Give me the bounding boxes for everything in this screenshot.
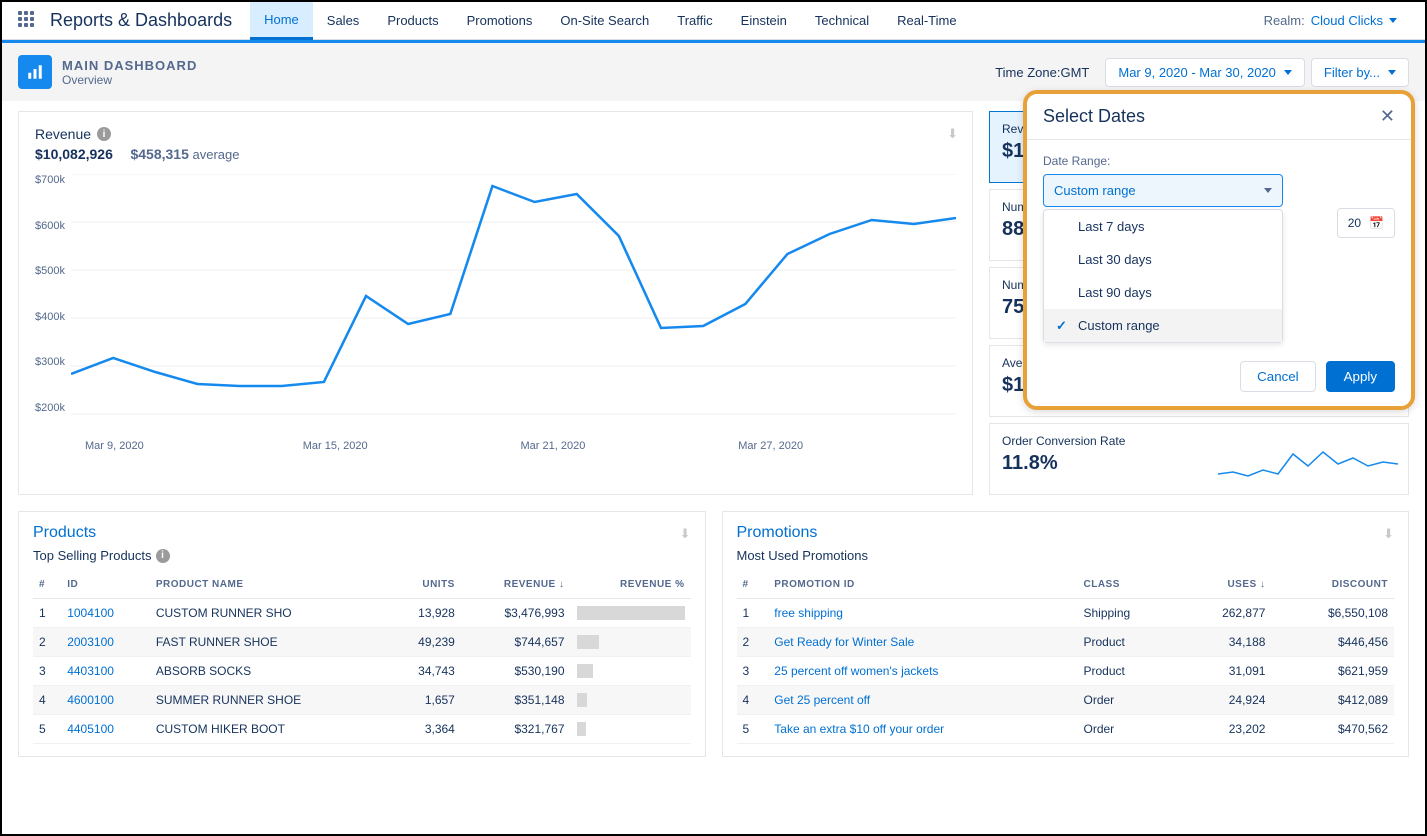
download-icon[interactable]: ⬇ [680,526,691,542]
column-header[interactable]: USES ↓ [1177,571,1271,599]
product-id-link[interactable]: 4405100 [67,722,114,736]
cancel-button[interactable]: Cancel [1240,361,1316,392]
promotion-id-link[interactable]: Get 25 percent off [774,693,870,707]
x-axis: Mar 9, 2020Mar 15, 2020Mar 21, 2020Mar 2… [35,434,956,452]
date-range-select[interactable]: Custom range [1043,174,1283,207]
product-id-link[interactable]: 2003100 [67,635,114,649]
promotions-table: #PROMOTION IDCLASSUSES ↓DISCOUNT 1 free … [737,571,1395,744]
close-icon[interactable]: ✕ [1380,106,1395,127]
promotion-id-link[interactable]: Get Ready for Winter Sale [774,635,914,649]
column-header[interactable]: DISCOUNT [1271,571,1394,599]
table-row: 5 Take an extra $10 off your order Order… [737,715,1395,744]
apply-button[interactable]: Apply [1326,361,1395,392]
product-id-link[interactable]: 4403100 [67,664,114,678]
nav-tab-products[interactable]: Products [373,2,452,40]
table-row: 2 Get Ready for Winter Sale Product 34,1… [737,628,1395,657]
table-row: 1 1004100 CUSTOM RUNNER SHO 13,928 $3,47… [33,599,691,628]
filter-button[interactable]: Filter by... [1311,58,1409,87]
promotion-id-link[interactable]: 25 percent off women's jackets [774,664,938,678]
top-nav: Reports & Dashboards HomeSalesProductsPr… [2,2,1425,40]
column-header[interactable]: PRODUCT NAME [150,571,388,599]
nav-tab-traffic[interactable]: Traffic [663,2,726,40]
table-row: 3 25 percent off women's jackets Product… [737,657,1395,686]
download-icon[interactable]: ⬇ [947,126,958,142]
date-range-option[interactable]: Last 30 days [1044,243,1282,276]
products-title: Products [33,524,691,542]
products-table: #IDPRODUCT NAMEUNITSREVENUE ↓REVENUE % 1… [33,571,691,744]
nav-tab-sales[interactable]: Sales [313,2,374,40]
app-title: Reports & Dashboards [50,10,232,31]
date-range-dropdown: Last 7 daysLast 30 daysLast 90 daysCusto… [1043,209,1283,343]
table-row: 3 4403100 ABSORB SOCKS 34,743 $530,190 [33,657,691,686]
nav-tab-technical[interactable]: Technical [801,2,883,40]
page-subtitle: Overview [62,73,197,87]
timezone-label: Time Zone:GMT [995,65,1089,80]
column-header[interactable]: PROMOTION ID [768,571,1077,599]
chevron-down-icon [1284,70,1292,75]
product-id-link[interactable]: 1004100 [67,606,114,620]
revenue-title: Revenue [35,126,91,142]
chevron-down-icon [1264,188,1272,193]
date-range-option[interactable]: Custom range [1044,309,1282,342]
info-icon[interactable]: i [97,127,111,141]
nav-tab-real-time[interactable]: Real-Time [883,2,970,40]
column-header[interactable]: REVENUE ↓ [461,571,571,599]
products-card: ⬇ Products Top Selling Productsi #IDPROD… [18,511,706,757]
chevron-down-icon [1388,70,1396,75]
date-range-label: Date Range: [1043,154,1395,168]
apps-icon[interactable] [18,11,38,31]
column-header[interactable]: # [33,571,61,599]
popover-title: Select Dates [1043,106,1145,127]
y-axis: $700k$600k$500k$400k$300k$200k [35,174,71,414]
date-range-button[interactable]: Mar 9, 2020 - Mar 30, 2020 [1105,58,1305,87]
download-icon[interactable]: ⬇ [1383,526,1394,542]
nav-tab-on-site-search[interactable]: On-Site Search [546,2,663,40]
product-id-link[interactable]: 4600100 [67,693,114,707]
table-row: 2 2003100 FAST RUNNER SHOE 49,239 $744,6… [33,628,691,657]
revenue-total: $10,082,926 [35,146,113,162]
end-date-field[interactable]: 20 📅 [1337,208,1395,238]
date-range-option[interactable]: Last 90 days [1044,276,1282,309]
table-row: 4 Get 25 percent off Order 24,924 $412,0… [737,686,1395,715]
realm-label: Realm: [1264,13,1305,28]
dashboard-icon [18,55,52,89]
revenue-chart [71,174,956,434]
promotions-card: ⬇ Promotions Most Used Promotions #PROMO… [722,511,1410,757]
revenue-card: ⬇ Revenuei $10,082,926 $458,315 average … [18,111,973,495]
promotions-title: Promotions [737,524,1395,542]
select-dates-popover: Select Dates ✕ Date Range: Custom range … [1023,90,1415,410]
nav-tab-promotions[interactable]: Promotions [453,2,547,40]
column-header[interactable]: ID [61,571,150,599]
column-header[interactable]: UNITS [387,571,461,599]
chevron-down-icon [1389,18,1397,23]
date-range-option[interactable]: Last 7 days [1044,210,1282,243]
promotion-id-link[interactable]: free shipping [774,606,843,620]
nav-tab-einstein[interactable]: Einstein [727,2,801,40]
column-header[interactable]: REVENUE % [571,571,691,599]
table-row: 1 free shipping Shipping 262,877 $6,550,… [737,599,1395,628]
page-title: MAIN DASHBOARD [62,58,197,73]
kpi-card[interactable]: Order Conversion Rate 11.8% [989,423,1409,495]
sparkline [1218,444,1398,489]
table-row: 5 4405100 CUSTOM HIKER BOOT 3,364 $321,7… [33,715,691,744]
nav-tab-home[interactable]: Home [250,2,313,40]
promotion-id-link[interactable]: Take an extra $10 off your order [774,722,944,736]
info-icon[interactable]: i [156,549,170,563]
calendar-icon: 📅 [1369,216,1384,230]
realm-selector[interactable]: Cloud Clicks [1311,13,1397,28]
column-header[interactable]: CLASS [1077,571,1177,599]
column-header[interactable]: # [737,571,769,599]
table-row: 4 4600100 SUMMER RUNNER SHOE 1,657 $351,… [33,686,691,715]
